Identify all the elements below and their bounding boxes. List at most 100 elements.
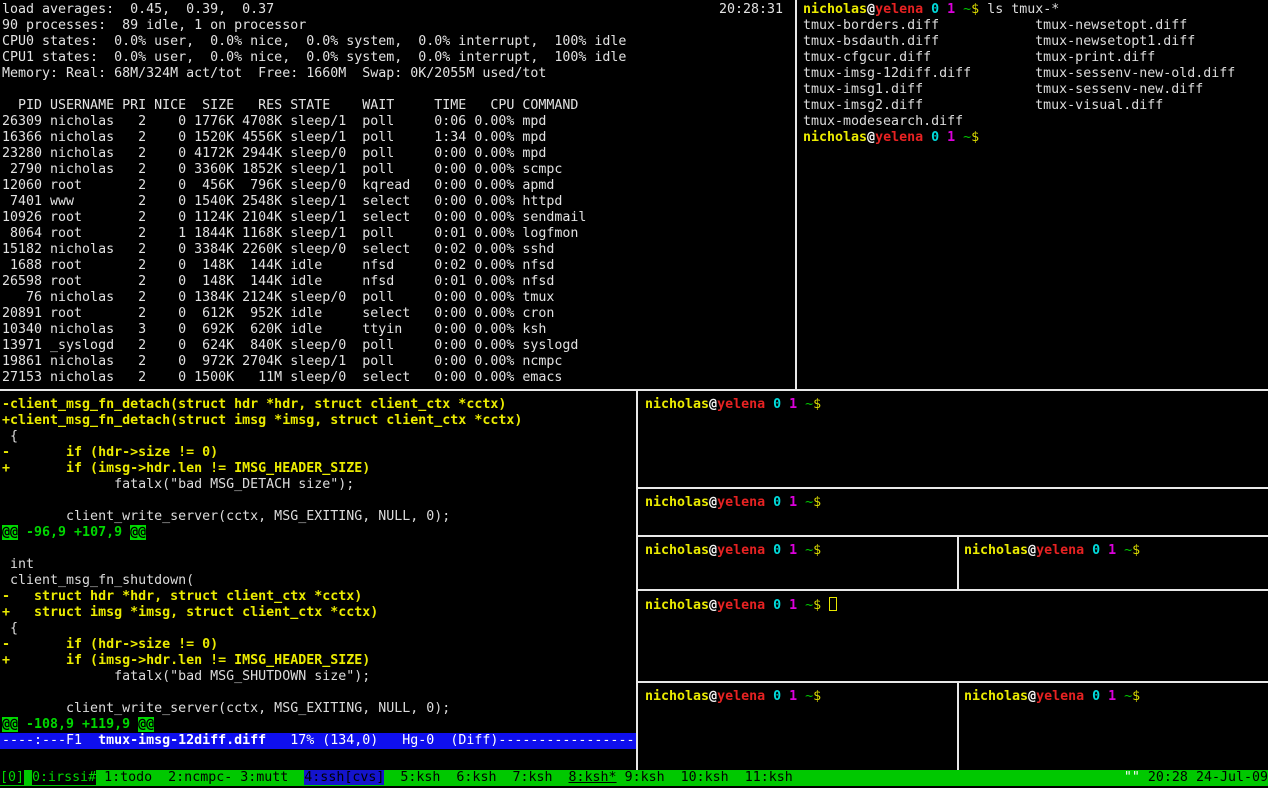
- shell-pane-2[interactable]: nicholas@yelena 0 1 ~$: [638, 489, 1268, 535]
- window-entry-5-ksh[interactable]: 5:ksh: [400, 770, 440, 785]
- prompt-host: yelena: [1036, 689, 1084, 704]
- prompt-cyan: 0: [765, 689, 781, 704]
- window-entry-6-ksh[interactable]: 6:ksh: [456, 770, 496, 785]
- file-list-line: tmux-imsg2.diff tmux-visual.diff: [803, 98, 1268, 114]
- pane-border-h3[interactable]: [638, 589, 1268, 591]
- window-entry-2-ncmpc[interactable]: 2:ncmpc-: [168, 770, 232, 785]
- shell-pane-1[interactable]: nicholas@yelena 0 1 ~$: [638, 391, 1268, 487]
- spacer: [24, 770, 32, 785]
- prompt-at: @: [709, 598, 717, 613]
- pane-border-h2[interactable]: [638, 535, 1268, 537]
- pane-border-v2[interactable]: [957, 683, 959, 770]
- prompt-host: yelena: [1036, 543, 1084, 558]
- process-row: 19861 nicholas 2 0 972K 2704K sleep/1 po…: [2, 354, 795, 370]
- prompt-cyan: 0: [923, 2, 939, 17]
- prompt-host: yelena: [875, 2, 923, 17]
- process-row: 10926 root 2 0 1124K 2104K sleep/1 selec…: [2, 210, 795, 226]
- pane-border-horizontal-main[interactable]: [0, 389, 1268, 391]
- prompt-plain: [797, 598, 805, 613]
- prompt-tilde: ~: [1124, 689, 1132, 704]
- shell-pane-4[interactable]: nicholas@yelena 0 1 ~$: [959, 537, 1268, 589]
- prompt-user: nicholas: [645, 598, 709, 613]
- prompt-tilde: ~: [805, 689, 813, 704]
- prompt-tilde: ~: [805, 495, 813, 510]
- prompt-user: nicholas: [645, 397, 709, 412]
- spacer: [821, 598, 829, 613]
- prompt-host: yelena: [717, 397, 765, 412]
- diff-line: {: [2, 429, 636, 445]
- window-entry-8-ksh-marked[interactable]: 8:ksh*: [569, 770, 617, 785]
- file-list-line: tmux-imsg-12diff.diff tmux-sessenv-new-o…: [803, 66, 1268, 82]
- shell-pane-3[interactable]: nicholas@yelena 0 1 ~$: [638, 537, 957, 589]
- pane-border-h1[interactable]: [638, 487, 1268, 489]
- prompt-cyan: 0: [1084, 543, 1100, 558]
- window-entry-3-mutt[interactable]: 3:mutt: [240, 770, 288, 785]
- prompt-tilde: ~: [963, 2, 971, 17]
- top-column-header: PID USERNAME PRI NICE SIZE RES STATE WAI…: [2, 98, 795, 114]
- diff-line: client_msg_fn_shutdown(: [2, 573, 636, 589]
- prompt-plain: [797, 397, 805, 412]
- prompt-tilde: ~: [805, 397, 813, 412]
- pane-border-vertical-bottom[interactable]: [636, 391, 638, 770]
- top-summary-line: CPU1 states: 0.0% user, 0.0% nice, 0.0% …: [2, 50, 795, 66]
- prompt-cyan: 0: [1084, 689, 1100, 704]
- prompt-plain: [1116, 689, 1124, 704]
- prompt-at: @: [1028, 689, 1036, 704]
- top-pane[interactable]: 20:28:31 load averages: 0.45, 0.39, 0.37…: [0, 0, 795, 389]
- diff-context-text: fatalx("bad MSG_SHUTDOWN size");: [2, 669, 370, 684]
- terminal-line: [2, 82, 795, 98]
- diff-line: {: [2, 621, 636, 637]
- prompt-plain: [955, 130, 963, 145]
- diff-context-text: int: [2, 557, 34, 572]
- window-entry-9-ksh[interactable]: 9:ksh: [625, 770, 665, 785]
- prompt-mag: 1: [1100, 543, 1116, 558]
- pane-border-v1[interactable]: [957, 537, 959, 589]
- process-row: 2790 nicholas 2 0 3360K 1852K sleep/1 po…: [2, 162, 795, 178]
- prompt-at: @: [867, 2, 875, 17]
- diff-line: client_write_server(cctx, MSG_EXITING, N…: [2, 509, 636, 525]
- prompt-dollar: $: [813, 598, 821, 613]
- diff-line: - if (hdr->size != 0): [2, 637, 636, 653]
- shell-pane-5[interactable]: nicholas@yelena 0 1 ~$: [638, 683, 957, 770]
- prompt-dollar: $: [971, 130, 979, 145]
- spacer: [553, 770, 569, 785]
- diff-line: - if (hdr->size != 0): [2, 445, 636, 461]
- prompt-line: nicholas@yelena 0 1 ~$: [645, 689, 957, 705]
- shell-pane-6[interactable]: nicholas@yelena 0 1 ~$: [959, 683, 1268, 770]
- window-entry-11-ksh[interactable]: 11:ksh: [745, 770, 793, 785]
- status-window-list: [0] 0:irssi# 1:todo 2:ncmpc- 3:mutt 4:ss…: [0, 770, 793, 786]
- top-clock: 20:28:31: [719, 2, 783, 18]
- prompt-cyan: 0: [765, 495, 781, 510]
- shell-ls-pane[interactable]: nicholas@yelena 0 1 ~$ ls tmux-*tmux-bor…: [797, 0, 1268, 389]
- window-entry-0-irssi[interactable]: 0:irssi#: [32, 770, 96, 785]
- window-entry-4-ssh-current[interactable]: 4:ssh[cvs]: [304, 770, 384, 785]
- prompt-line: nicholas@yelena 0 1 ~$: [645, 543, 957, 559]
- prompt-user: nicholas: [964, 689, 1028, 704]
- emacs-buffer: -client_msg_fn_detach(struct hdr *hdr, s…: [2, 397, 636, 733]
- session-name: [0]: [0, 770, 24, 785]
- prompt-cyan: 0: [765, 598, 781, 613]
- prompt-tilde: ~: [1124, 543, 1132, 558]
- diff-line: @@ -108,9 +119,9 @@: [2, 717, 636, 733]
- prompt-cyan: 0: [765, 543, 781, 558]
- diff-line: [2, 493, 636, 509]
- shell-pane-active[interactable]: nicholas@yelena 0 1 ~$: [638, 591, 1268, 681]
- prompt-at: @: [1028, 543, 1036, 558]
- diff-change-text: - if (hdr->size != 0): [2, 637, 218, 652]
- window-entry-1-todo[interactable]: 1:todo: [104, 770, 152, 785]
- pane-border-vertical-top[interactable]: [795, 0, 797, 389]
- window-entry-10-ksh[interactable]: 10:ksh: [681, 770, 729, 785]
- process-row: 16366 nicholas 2 0 1520K 4556K sleep/1 p…: [2, 130, 795, 146]
- prompt-tilde: ~: [963, 130, 971, 145]
- prompt-user: nicholas: [645, 495, 709, 510]
- prompt-dollar: $: [971, 2, 979, 17]
- file-list-line: tmux-modesearch.diff: [803, 114, 1268, 130]
- prompt-line: nicholas@yelena 0 1 ~$: [645, 597, 1268, 613]
- diff-context-text: {: [2, 621, 18, 636]
- pane-border-h4[interactable]: [638, 681, 1268, 683]
- prompt-at: @: [867, 130, 875, 145]
- window-entry-7-ksh[interactable]: 7:ksh: [512, 770, 552, 785]
- process-row: 7401 www 2 0 1540K 2548K sleep/1 select …: [2, 194, 795, 210]
- modeline-prefix: ----:---F1: [2, 733, 98, 748]
- emacs-pane[interactable]: -client_msg_fn_detach(struct hdr *hdr, s…: [0, 391, 636, 770]
